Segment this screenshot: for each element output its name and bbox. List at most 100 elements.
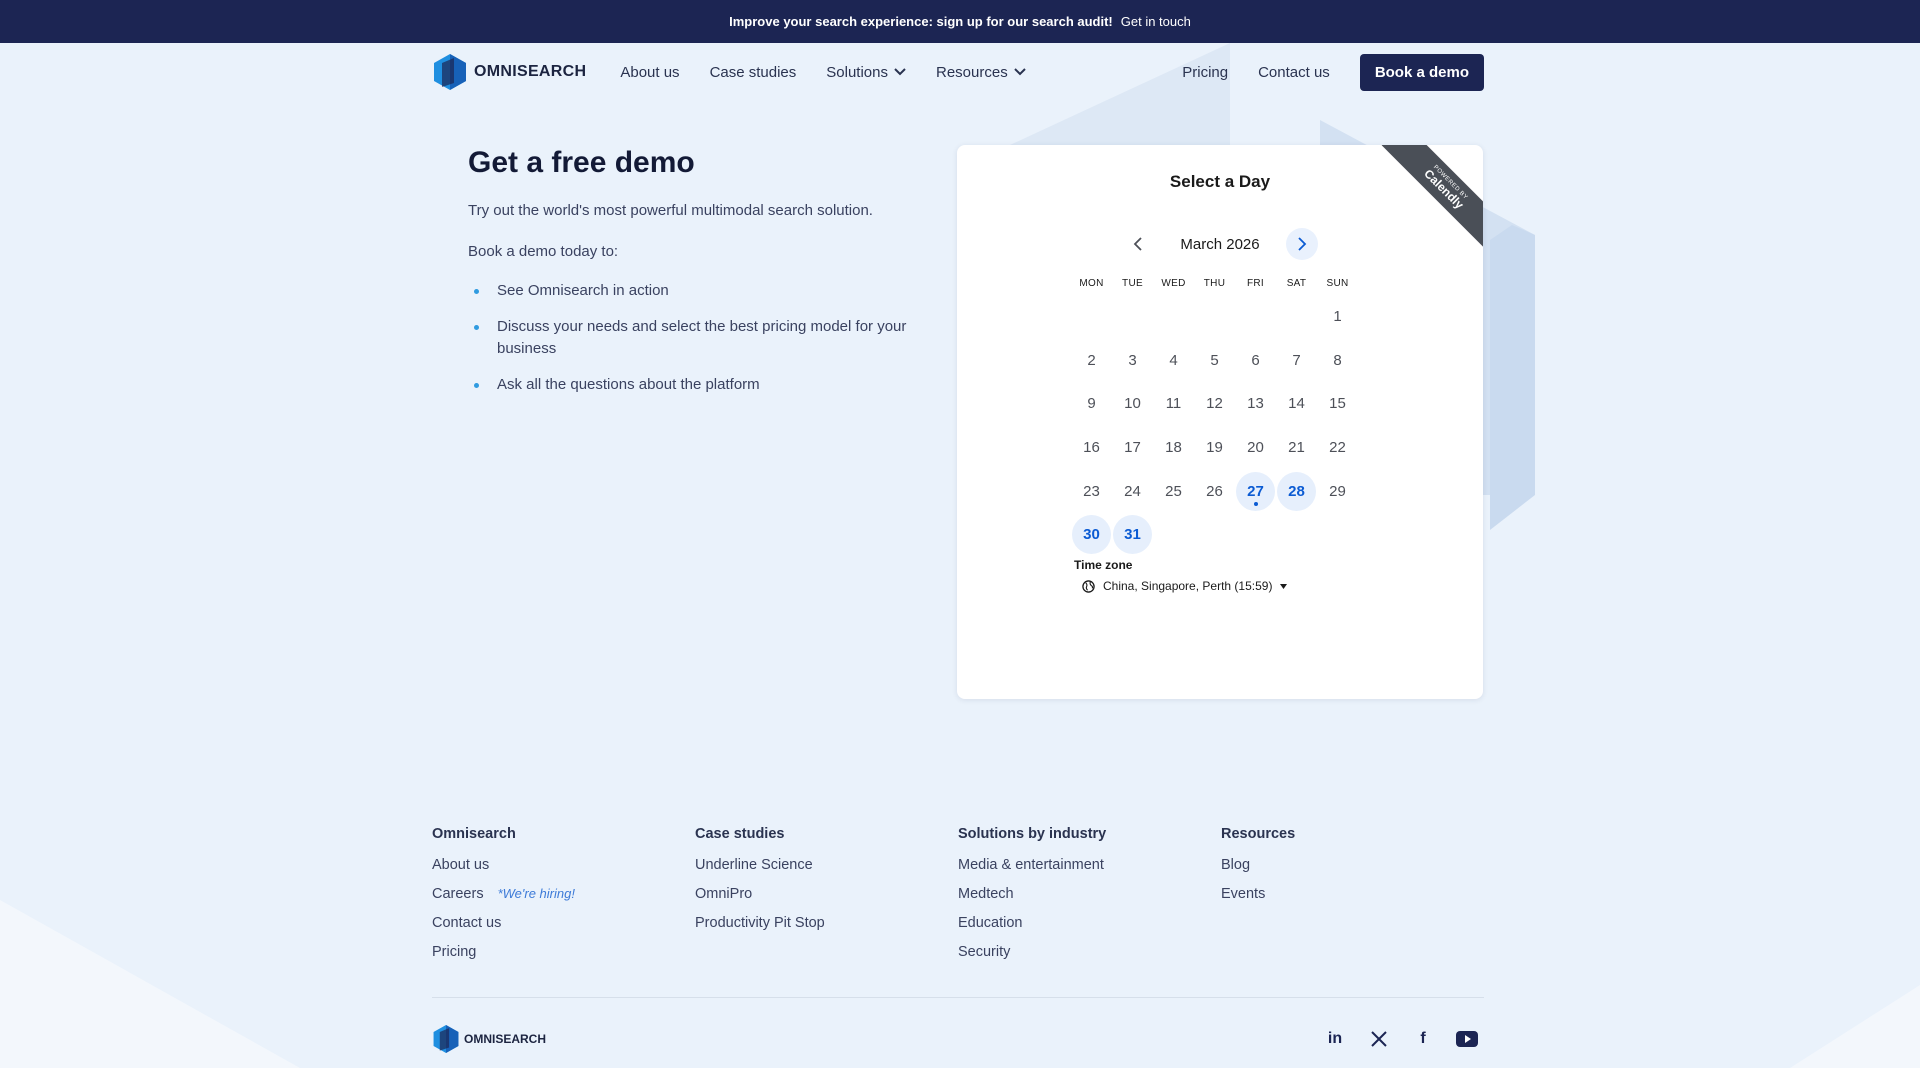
footer-link-medtech[interactable]: Medtech xyxy=(958,885,1221,903)
hero-lead: Book a demo today to: xyxy=(468,243,619,260)
chevron-right-icon xyxy=(1298,237,1307,251)
calendar-day: 16 xyxy=(1071,427,1112,468)
powered-by-calendly-ribbon[interactable]: POWERED BY Calendly xyxy=(1381,145,1483,252)
facebook-icon[interactable]: f xyxy=(1412,1028,1434,1050)
nav-about-us[interactable]: About us xyxy=(620,64,679,81)
day-number: 15 xyxy=(1329,395,1346,413)
day-number: 18 xyxy=(1165,439,1182,457)
day-number: 20 xyxy=(1247,439,1264,457)
weekday-label: SUN xyxy=(1326,278,1349,289)
footer-logo[interactable]: OMNISEARCH xyxy=(432,1024,546,1054)
nav-resources-dropdown[interactable]: Resources xyxy=(936,64,1026,81)
nav-solutions-dropdown[interactable]: Solutions xyxy=(826,64,906,81)
calendar-day: 29 xyxy=(1317,471,1358,512)
calendar-grid: 1 2 3 4 5 6 7 8 9 10 11 12 13 14 15 16 17 18 19 20 21 22 23 24 2… xyxy=(1071,295,1358,557)
calendar-day-available[interactable]: 28 xyxy=(1276,471,1317,512)
nav-contact-us[interactable]: Contact us xyxy=(1258,64,1330,81)
calendar-day: 4 xyxy=(1153,340,1194,381)
day-number: 12 xyxy=(1206,395,1223,413)
benefit-item: Discuss your needs and select the best p… xyxy=(468,316,908,360)
timezone-selector[interactable]: China, Singapore, Perth (15:59) xyxy=(1082,579,1288,593)
next-month-button[interactable] xyxy=(1286,228,1318,260)
day-number: 9 xyxy=(1087,395,1096,413)
chevron-down-icon xyxy=(1013,68,1026,76)
calendar-title: Select a Day xyxy=(1169,172,1271,191)
x-icon[interactable] xyxy=(1368,1028,1390,1050)
calendar-day: 2 xyxy=(1071,340,1112,381)
timezone-label: Time zone xyxy=(1074,558,1133,572)
banner-message: Improve your search experience: sign up … xyxy=(729,14,1113,29)
calendar-day-available[interactable]: 27 xyxy=(1235,471,1276,512)
page: Improve your search experience: sign up … xyxy=(0,0,1920,1068)
footer-link-contact-us[interactable]: Contact us xyxy=(432,914,695,932)
weekday-label: WED xyxy=(1161,278,1186,289)
calendar-day: 22 xyxy=(1317,427,1358,468)
chevron-left-icon xyxy=(1133,237,1142,251)
day-number: 6 xyxy=(1251,351,1260,369)
logo[interactable]: OMNISEARCH xyxy=(432,53,586,91)
footer-link-media[interactable]: Media & entertainment xyxy=(958,856,1221,874)
logo-hexagon-icon xyxy=(434,54,466,90)
banner-cta-link[interactable]: Get in touch xyxy=(1121,14,1191,29)
weekday-label: FRI xyxy=(1246,278,1264,289)
calendar-week: 1 xyxy=(1071,295,1358,339)
footer-link-about-us[interactable]: About us xyxy=(432,856,695,874)
calendar-day: 1 xyxy=(1317,296,1358,337)
day-number: 14 xyxy=(1288,395,1305,413)
calendar-week: 9 10 11 12 13 14 15 xyxy=(1071,382,1358,426)
calendar-day: 14 xyxy=(1276,383,1317,424)
footer-column-case-studies: Case studies Underline Science OmniPro P… xyxy=(695,826,958,972)
footer-link-security[interactable]: Security xyxy=(958,943,1221,961)
linkedin-icon[interactable]: in xyxy=(1324,1028,1346,1050)
footer-link-pricing[interactable]: Pricing xyxy=(432,943,695,961)
footer-heading: Solutions by industry xyxy=(958,826,1107,842)
calendar-day: 13 xyxy=(1235,383,1276,424)
day-number: 31 xyxy=(1124,526,1141,544)
day-number: 2 xyxy=(1087,351,1096,369)
day-number: 8 xyxy=(1333,351,1342,369)
footer-link-events[interactable]: Events xyxy=(1221,885,1484,903)
main-navigation: OMNISEARCH About us Case studies Solutio… xyxy=(432,52,1484,92)
footer-link-careers[interactable]: Careers *We're hiring! xyxy=(432,885,695,903)
weekday-label: SAT xyxy=(1286,278,1307,289)
facebook-text: f xyxy=(1420,1030,1426,1047)
nav-links: About us Case studies Solutions Resource… xyxy=(620,64,1026,81)
announcement-banner: Improve your search experience: sign up … xyxy=(0,0,1920,43)
day-number: 3 xyxy=(1128,351,1137,369)
calendar-day: 18 xyxy=(1153,427,1194,468)
footer-link-education[interactable]: Education xyxy=(958,914,1221,932)
nav-case-studies[interactable]: Case studies xyxy=(710,64,797,81)
nav-pricing[interactable]: Pricing xyxy=(1182,64,1228,81)
weekday-label: MON xyxy=(1079,278,1104,289)
previous-month-button[interactable] xyxy=(1122,228,1154,260)
footer-column-resources: Resources Blog Events xyxy=(1221,826,1484,972)
calendar-day-available[interactable]: 31 xyxy=(1112,514,1153,555)
day-number: 7 xyxy=(1292,351,1301,369)
footer-link-omnipro[interactable]: OmniPro xyxy=(695,885,958,903)
calendar-day-available[interactable]: 30 xyxy=(1071,514,1112,555)
calendar-week: 16 17 18 19 20 21 22 xyxy=(1071,426,1358,470)
day-number: 28 xyxy=(1288,482,1305,500)
calendly-widget: POWERED BY Calendly Select a Day March 2… xyxy=(957,145,1483,699)
nav-right: Pricing Contact us Book a demo xyxy=(1182,53,1484,91)
benefit-item: Ask all the questions about the platform xyxy=(468,374,908,396)
caret-down-icon xyxy=(1280,583,1288,589)
day-number: 24 xyxy=(1124,482,1141,500)
footer-link-productivity-pit-stop[interactable]: Productivity Pit Stop xyxy=(695,914,958,932)
calendar-day: 23 xyxy=(1071,471,1112,512)
footer-divider xyxy=(432,997,1484,998)
day-number: 26 xyxy=(1206,482,1223,500)
day-number: 30 xyxy=(1083,526,1100,544)
footer-link-underline-science[interactable]: Underline Science xyxy=(695,856,958,874)
footer-heading: Case studies xyxy=(695,826,785,842)
globe-icon xyxy=(1082,579,1095,593)
youtube-icon[interactable] xyxy=(1456,1028,1478,1050)
calendar-week: 30 31 xyxy=(1071,513,1358,557)
current-month: March 2026 xyxy=(1180,235,1260,253)
calendar-day: 11 xyxy=(1153,383,1194,424)
calendar-day: 10 xyxy=(1112,383,1153,424)
footer-link-blog[interactable]: Blog xyxy=(1221,856,1484,874)
book-demo-button[interactable]: Book a demo xyxy=(1359,53,1484,91)
day-number: 29 xyxy=(1329,482,1346,500)
day-number: 22 xyxy=(1329,439,1346,457)
